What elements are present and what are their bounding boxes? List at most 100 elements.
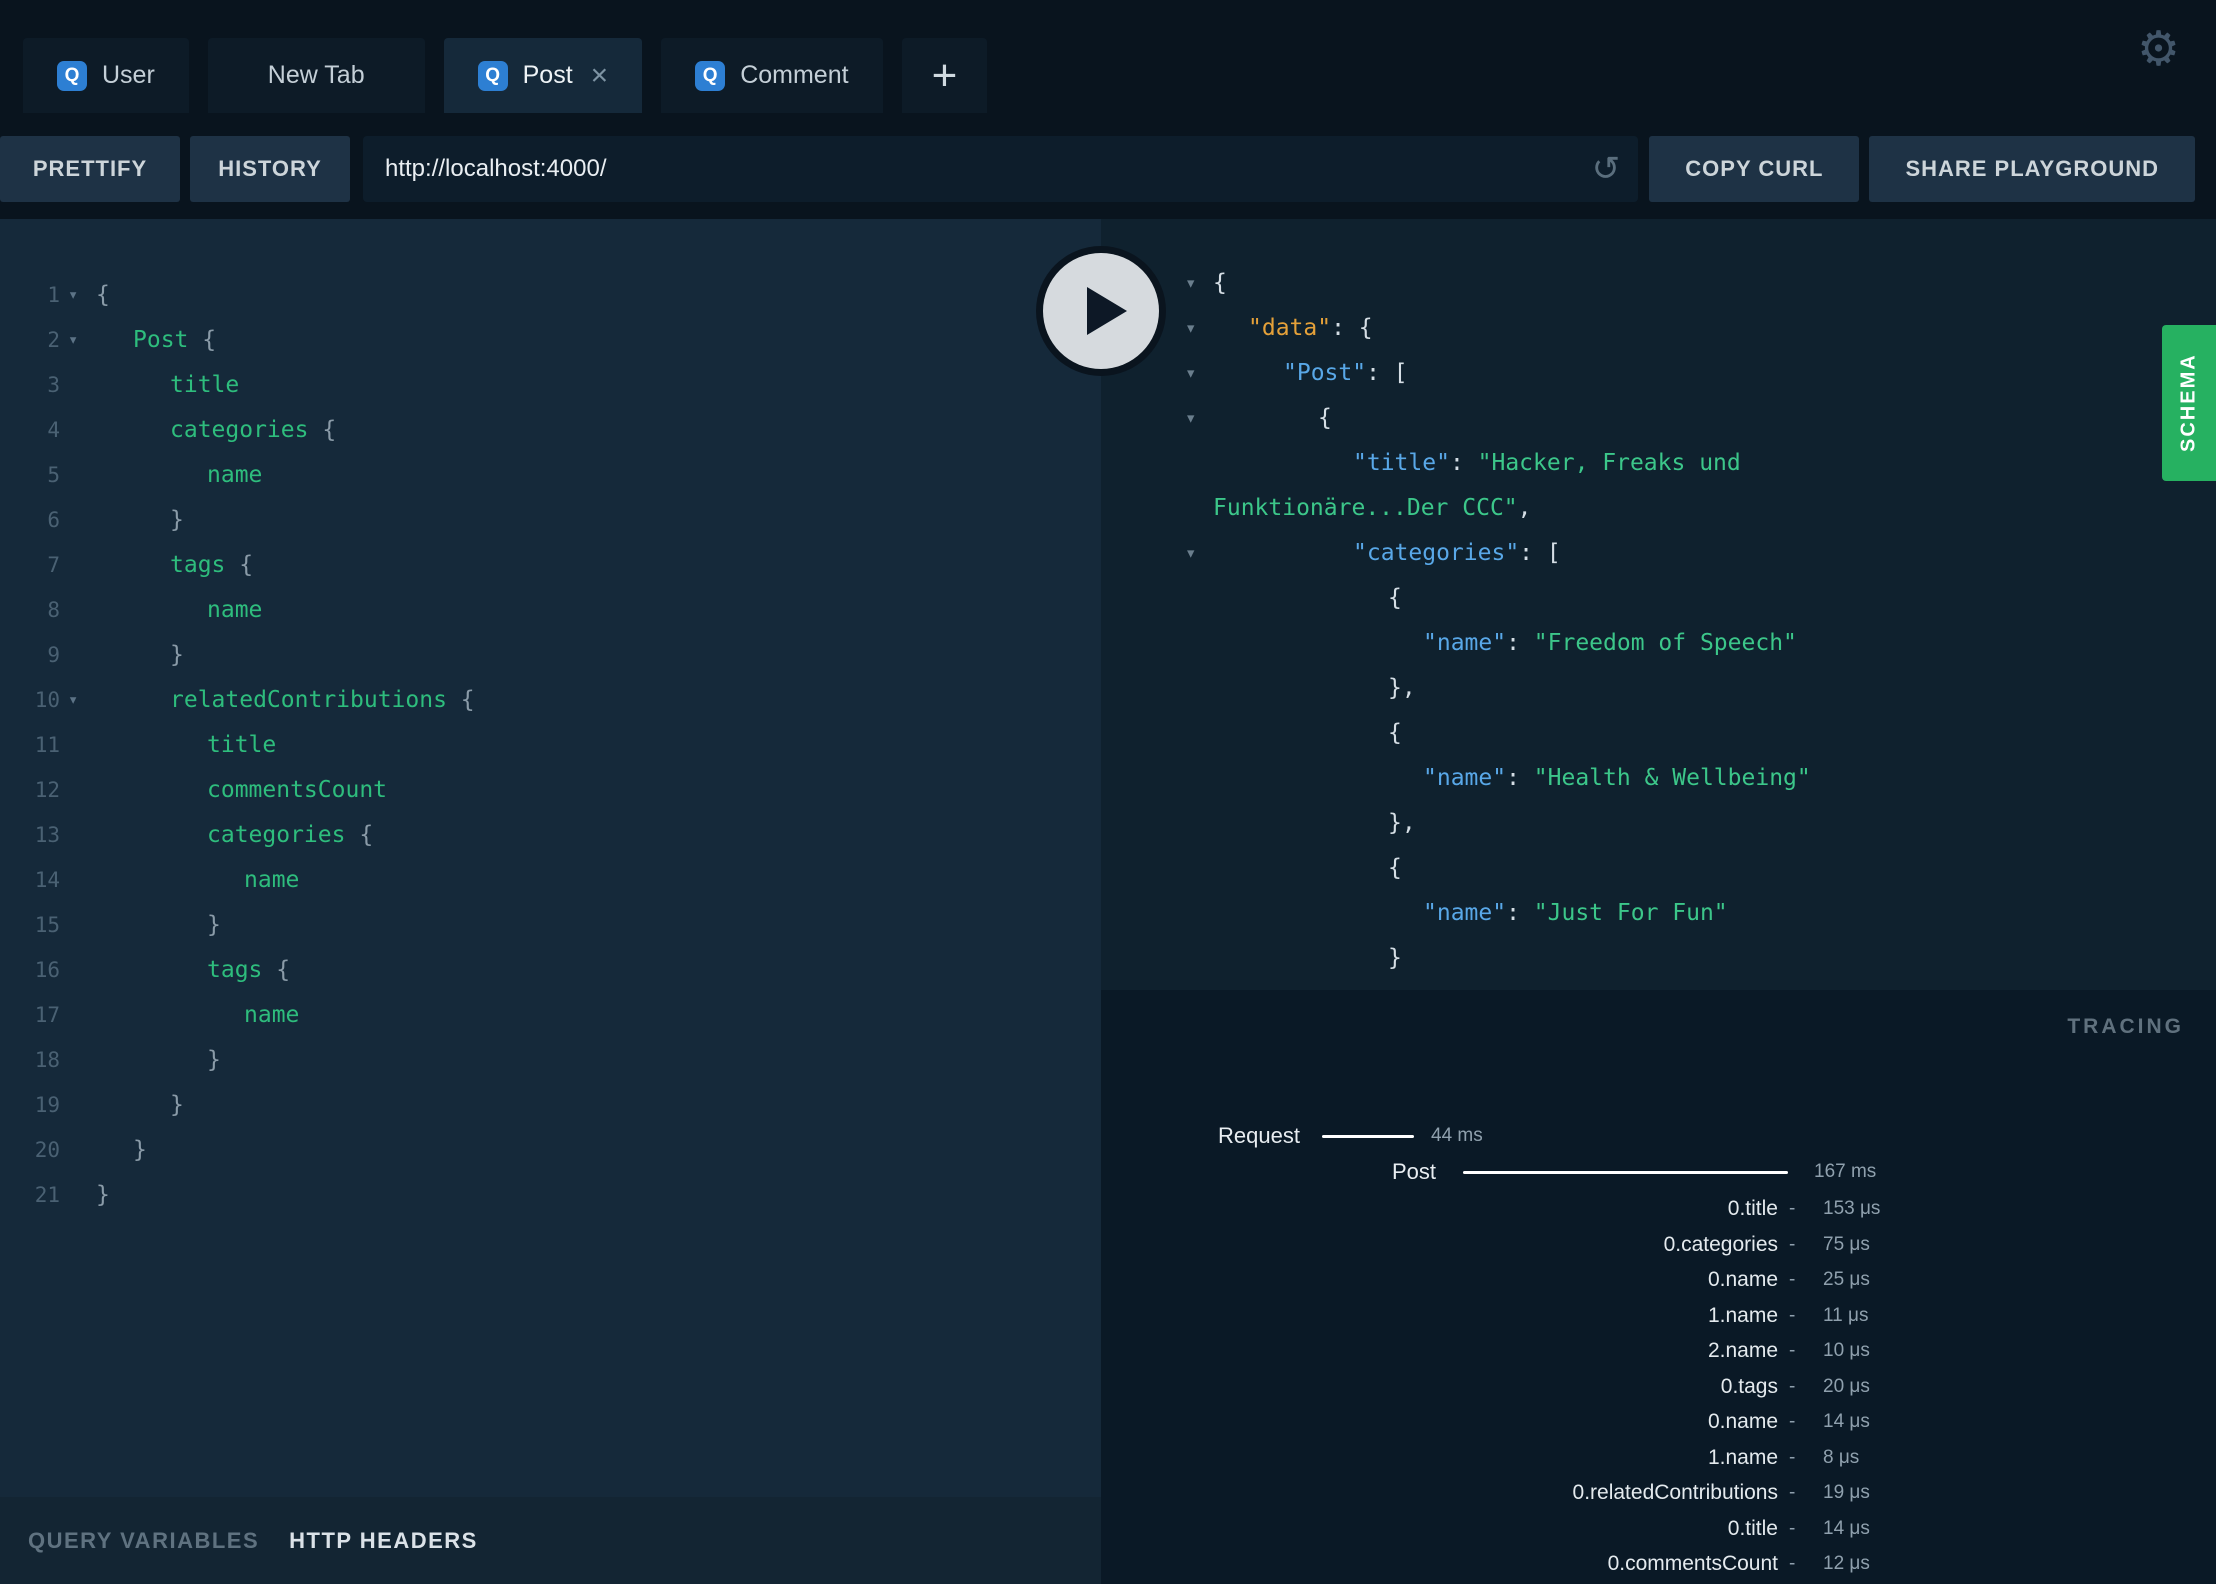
query-editor-pane[interactable]: 1 ▾ {2 ▾ Post {3 title 4 categories {5 name 6} 7 ta… <box>0 219 1101 1584</box>
response-line: }, <box>1101 666 2216 711</box>
tracing-root-time: 167 ms <box>1814 1161 1877 1182</box>
span-dash: - <box>1789 1340 1796 1361</box>
code-token: tags <box>170 552 226 578</box>
tab-new-tab[interactable]: New Tab <box>207 38 425 113</box>
tracing-span-row: 0.commentsCount - 12 μs <box>1101 1546 2216 1582</box>
response-line: ▾{ <box>1101 396 2216 441</box>
tracing-span-row: 0.name - 14 μs <box>1101 1404 2216 1440</box>
json-token: : <box>1449 450 1478 476</box>
editor-line: 13 categories { <box>0 813 1101 858</box>
tracing-request-label: Request <box>1218 1123 1300 1148</box>
code-token: } <box>207 1047 221 1073</box>
json-token: : { <box>1331 315 1373 341</box>
line-number: 20 <box>34 1138 60 1162</box>
json-token: { <box>1213 270 1227 296</box>
execute-button[interactable] <box>1036 246 1166 376</box>
collapse-caret-icon[interactable]: ▾ <box>1185 261 1196 306</box>
tab-label: Comment <box>740 61 849 89</box>
span-label: 0.commentsCount <box>1607 1552 1778 1575</box>
span-time: 11 μs <box>1823 1304 1869 1326</box>
query-editor[interactable]: 1 ▾ {2 ▾ Post {3 title 4 categories {5 name 6} 7 ta… <box>0 219 1101 1218</box>
line-number: 12 <box>34 778 60 802</box>
settings-gear-icon[interactable]: ⚙ <box>2137 26 2180 74</box>
execute-button-circle <box>1043 253 1159 369</box>
line-number: 5 <box>47 463 60 487</box>
editor-line: 6} <box>0 498 1101 543</box>
tracing-panel: TRACING Request 44 ms Post 167 ms 0.titl… <box>1101 990 2216 1584</box>
response-pane: ▾{▾ "data": {▾ "Post": [▾{"title": "Hacker… <box>1101 219 2216 1584</box>
editor-line: 4 categories { <box>0 408 1101 453</box>
span-dash: - <box>1789 1553 1796 1574</box>
close-tab-icon[interactable]: × <box>591 60 609 91</box>
response-line: "name": "Freedom of Speech" <box>1101 621 2216 666</box>
new-tab-button[interactable]: + <box>901 38 988 113</box>
query-variables-tab[interactable]: QUERY VARIABLES <box>28 1528 259 1554</box>
code-token: name <box>244 867 300 893</box>
span-label: 2.name <box>1707 1339 1778 1362</box>
line-number: 1 <box>47 283 60 307</box>
share-playground-button[interactable]: SHARE PLAYGROUND <box>1869 136 2195 202</box>
span-time: 14 μs <box>1823 1517 1870 1539</box>
tracing-span-row: 0.relatedContributions - 19 μs <box>1101 1475 2216 1511</box>
history-button[interactable]: HISTORY <box>190 136 350 202</box>
schema-tab[interactable]: SCHEMA <box>2162 325 2216 481</box>
http-headers-tab[interactable]: HTTP HEADERS <box>289 1528 478 1554</box>
tracing-span-row: 1.name - 8 μs <box>1101 1440 2216 1476</box>
json-token: "name" <box>1423 630 1507 656</box>
tab-post[interactable]: Q Post × <box>443 38 643 113</box>
copy-curl-button[interactable]: COPY CURL <box>1649 136 1860 202</box>
code-token: } <box>207 912 221 938</box>
editor-line: 20} <box>0 1128 1101 1173</box>
line-number: 14 <box>34 868 60 892</box>
fold-arrow-icon[interactable]: ▾ <box>68 273 78 318</box>
span-time: 8 μs <box>1823 1446 1860 1468</box>
span-time: 12 μs <box>1823 1553 1870 1574</box>
json-token: "Freedom of Speech" <box>1533 630 1797 656</box>
line-number: 8 <box>47 598 60 622</box>
editor-line: 15} <box>0 903 1101 948</box>
span-time: 19 μs <box>1823 1482 1870 1503</box>
json-token: , <box>1517 495 1532 521</box>
collapse-caret-icon[interactable]: ▾ <box>1185 306 1196 351</box>
endpoint-input[interactable] <box>363 155 1639 183</box>
code-token: Post <box>133 327 189 353</box>
span-dash: - <box>1789 1517 1796 1539</box>
tab-comment[interactable]: Q Comment <box>661 38 883 113</box>
code-token: { <box>345 822 374 848</box>
tab-user[interactable]: Q User <box>23 38 189 113</box>
prettify-button[interactable]: PRETTIFY <box>0 136 180 202</box>
line-number: 2 <box>47 328 60 352</box>
root-duration-bar <box>1463 1171 1788 1174</box>
span-label: 0.title <box>1727 1197 1778 1220</box>
editor-line: 11 title <box>0 723 1101 768</box>
collapse-caret-icon[interactable]: ▾ <box>1185 531 1196 576</box>
json-token: : [ <box>1366 360 1408 386</box>
tab-bar: Q User New Tab Q Post × Q Comment + <box>23 38 988 113</box>
json-token: "Hacker, Freaks und <box>1477 450 1741 476</box>
fold-arrow-icon[interactable]: ▾ <box>68 318 78 363</box>
fold-arrow-icon[interactable]: ▾ <box>68 678 78 723</box>
tab-label: New Tab <box>267 61 365 89</box>
collapse-caret-icon[interactable]: ▾ <box>1185 396 1196 441</box>
reload-icon[interactable]: ↺ <box>1592 152 1621 186</box>
code-token: { <box>188 327 217 353</box>
line-number: 11 <box>34 733 60 757</box>
response-line: }, <box>1101 801 2216 846</box>
json-token: : <box>1506 765 1534 791</box>
line-number: 17 <box>34 1003 60 1027</box>
span-time: 75 μs <box>1823 1233 1870 1255</box>
tracing-span-row: 0.title - 14 μs <box>1101 1511 2216 1547</box>
json-token: { <box>1388 585 1402 611</box>
span-label: 0.name <box>1707 1268 1778 1291</box>
tracing-span-row: 0.tags - 20 μs <box>1101 1369 2216 1405</box>
span-time: 14 μs <box>1823 1411 1870 1432</box>
tracing-request-time: 44 ms <box>1431 1125 1483 1146</box>
json-token: "categories" <box>1353 540 1520 566</box>
response-line: "title": "Hacker, Freaks und <box>1101 441 2216 486</box>
span-label: 1.name <box>1707 1445 1778 1469</box>
response-line: { <box>1101 576 2216 621</box>
editor-line: 1 ▾ { <box>0 273 1101 318</box>
collapse-caret-icon[interactable]: ▾ <box>1185 351 1196 396</box>
toolbar: PRETTIFY HISTORY ↺ COPY CURL SHARE PLAYG… <box>0 136 2216 202</box>
editor-line: 12 commentsCount <box>0 768 1101 813</box>
